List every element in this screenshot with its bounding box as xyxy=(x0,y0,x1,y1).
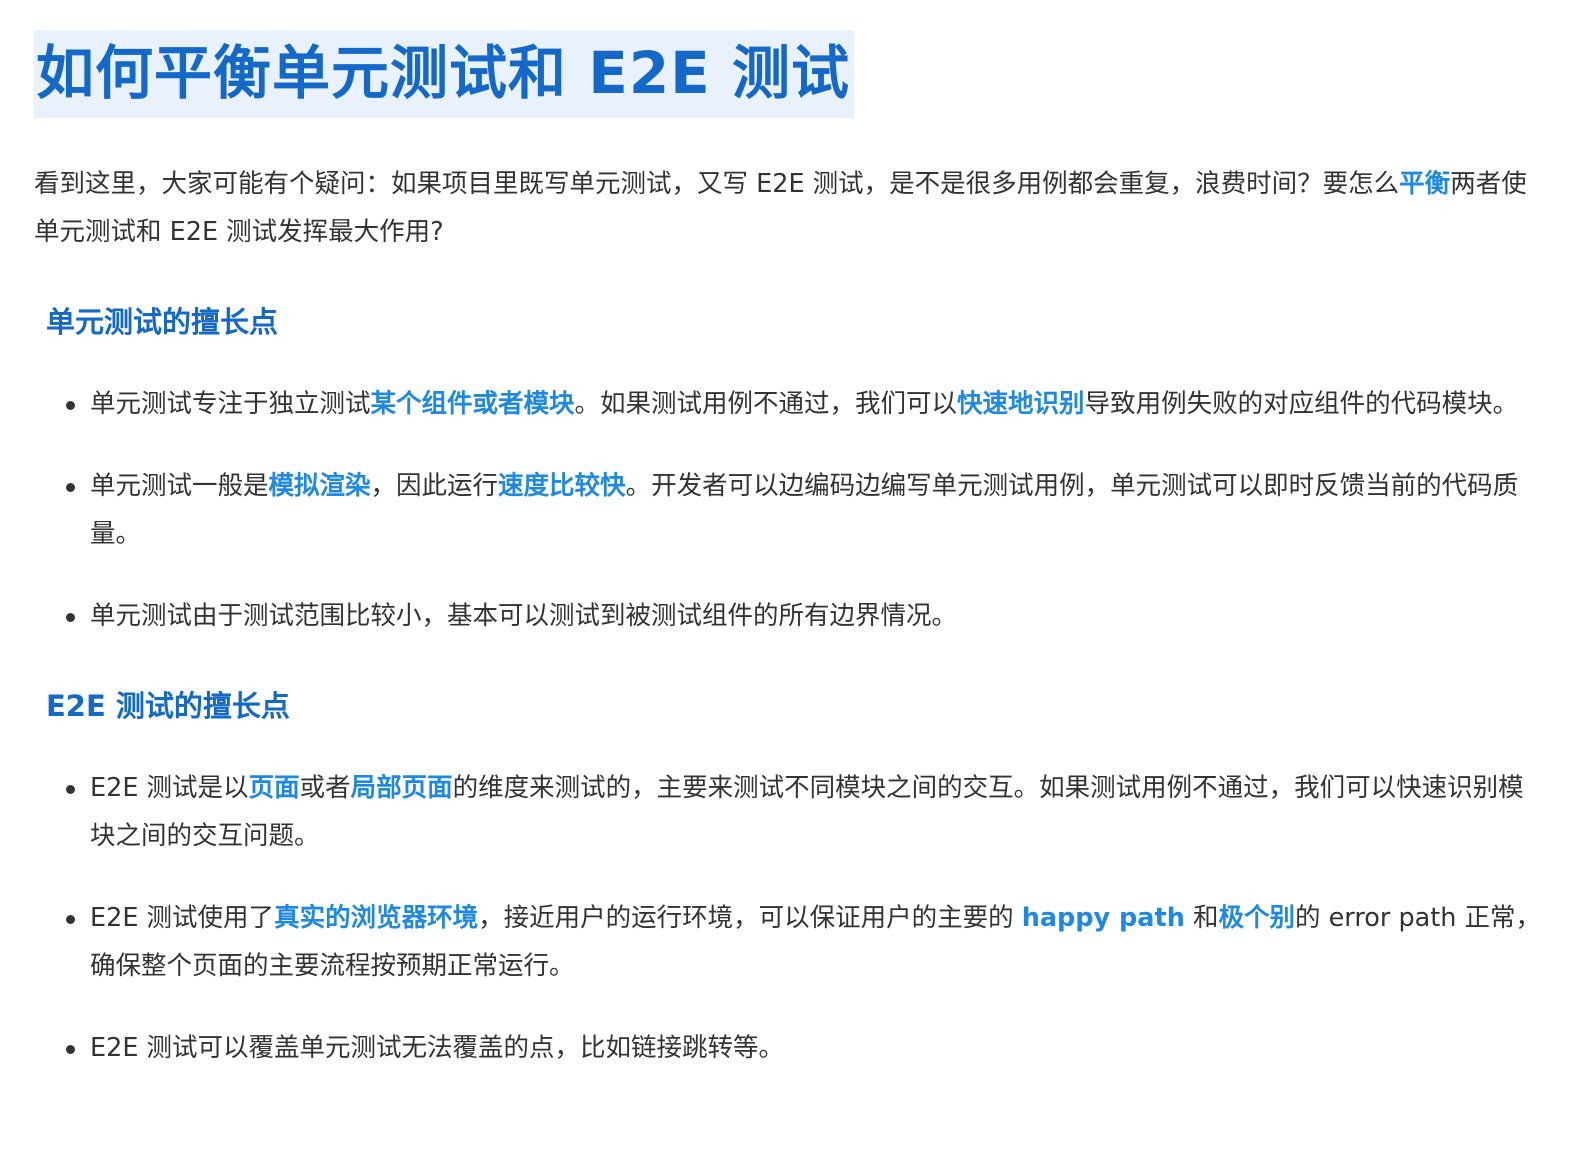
item-text: 单元测试一般是 xyxy=(90,471,269,501)
item-highlight: happy path xyxy=(1021,903,1185,933)
item-highlight: 极个别 xyxy=(1218,903,1295,933)
item-text: ，接近用户的运行环境，可以保证用户的主要的 xyxy=(478,903,1022,933)
item-text: ，因此运行 xyxy=(370,471,499,501)
item-text: E2E 测试是以 xyxy=(90,773,249,803)
list-item: 单元测试专注于独立测试某个组件或者模块。如果测试用例不通过，我们可以快速地识别导… xyxy=(34,380,1546,428)
item-text: 单元测试由于测试范围比较小，基本可以测试到被测试组件的所有边界情况。 xyxy=(90,601,958,631)
item-text: E2E 测试可以覆盖单元测试无法覆盖的点，比如链接跳转等。 xyxy=(90,1033,785,1063)
unit-test-list: 单元测试专注于独立测试某个组件或者模块。如果测试用例不通过，我们可以快速地识别导… xyxy=(34,380,1546,640)
page-title: 如何平衡单元测试和 E2E 测试 xyxy=(36,39,850,107)
list-item: E2E 测试使用了真实的浏览器环境，接近用户的运行环境，可以保证用户的主要的 h… xyxy=(34,894,1546,990)
bullet-dot-icon xyxy=(66,401,75,410)
item-text: 导致用例失败的对应组件的代码模块。 xyxy=(1084,389,1519,419)
list-item: E2E 测试是以页面或者局部页面的维度来测试的，主要来测试不同模块之间的交互。如… xyxy=(34,764,1546,860)
bullet-dot-icon xyxy=(66,785,75,794)
item-highlight: 真实的浏览器环境 xyxy=(274,903,479,933)
list-item: E2E 测试可以覆盖单元测试无法覆盖的点，比如链接跳转等。 xyxy=(34,1024,1546,1072)
list-item: 单元测试由于测试范围比较小，基本可以测试到被测试组件的所有边界情况。 xyxy=(34,592,1546,640)
section-heading-unit-test: 单元测试的擅长点 xyxy=(46,305,279,339)
intro-text: 看到这里，大家可能有个疑问：如果项目里既写单元测试，又写 E2E 测试，是不是很… xyxy=(34,169,1400,199)
item-text: E2E 测试使用了 xyxy=(90,903,275,933)
e2e-test-list: E2E 测试是以页面或者局部页面的维度来测试的，主要来测试不同模块之间的交互。如… xyxy=(34,764,1546,1072)
list-item: 单元测试一般是模拟渲染，因此运行速度比较快。开发者可以边编码边编写单元测试用例，… xyxy=(34,462,1546,558)
item-highlight: 速度比较快 xyxy=(498,471,626,501)
intro-paragraph: 看到这里，大家可能有个疑问：如果项目里既写单元测试，又写 E2E 测试，是不是很… xyxy=(34,160,1534,256)
item-text: 。如果测试用例不通过，我们可以 xyxy=(574,389,958,419)
item-highlight: 模拟渲染 xyxy=(268,471,371,501)
intro-highlight: 平衡 xyxy=(1399,169,1451,199)
item-highlight: 快速地识别 xyxy=(957,389,1085,419)
article: 如何平衡单元测试和 E2E 测试 看到这里，大家可能有个疑问：如果项目里既写单元… xyxy=(34,30,1546,1072)
item-highlight: 某个组件或者模块 xyxy=(370,389,575,419)
item-highlight: 页面 xyxy=(248,773,300,803)
bullet-dot-icon xyxy=(66,613,75,622)
bullet-dot-icon xyxy=(66,915,75,924)
item-highlight: 局部页面 xyxy=(350,773,453,803)
section-heading-e2e-test: E2E 测试的擅长点 xyxy=(46,689,290,723)
bullet-dot-icon xyxy=(66,1045,75,1054)
item-text: 单元测试专注于独立测试 xyxy=(90,389,371,419)
bullet-dot-icon xyxy=(66,483,75,492)
item-text: 和 xyxy=(1184,903,1219,933)
title-highlight: 如何平衡单元测试和 E2E 测试 xyxy=(34,30,854,118)
item-text: 或者 xyxy=(299,773,351,803)
